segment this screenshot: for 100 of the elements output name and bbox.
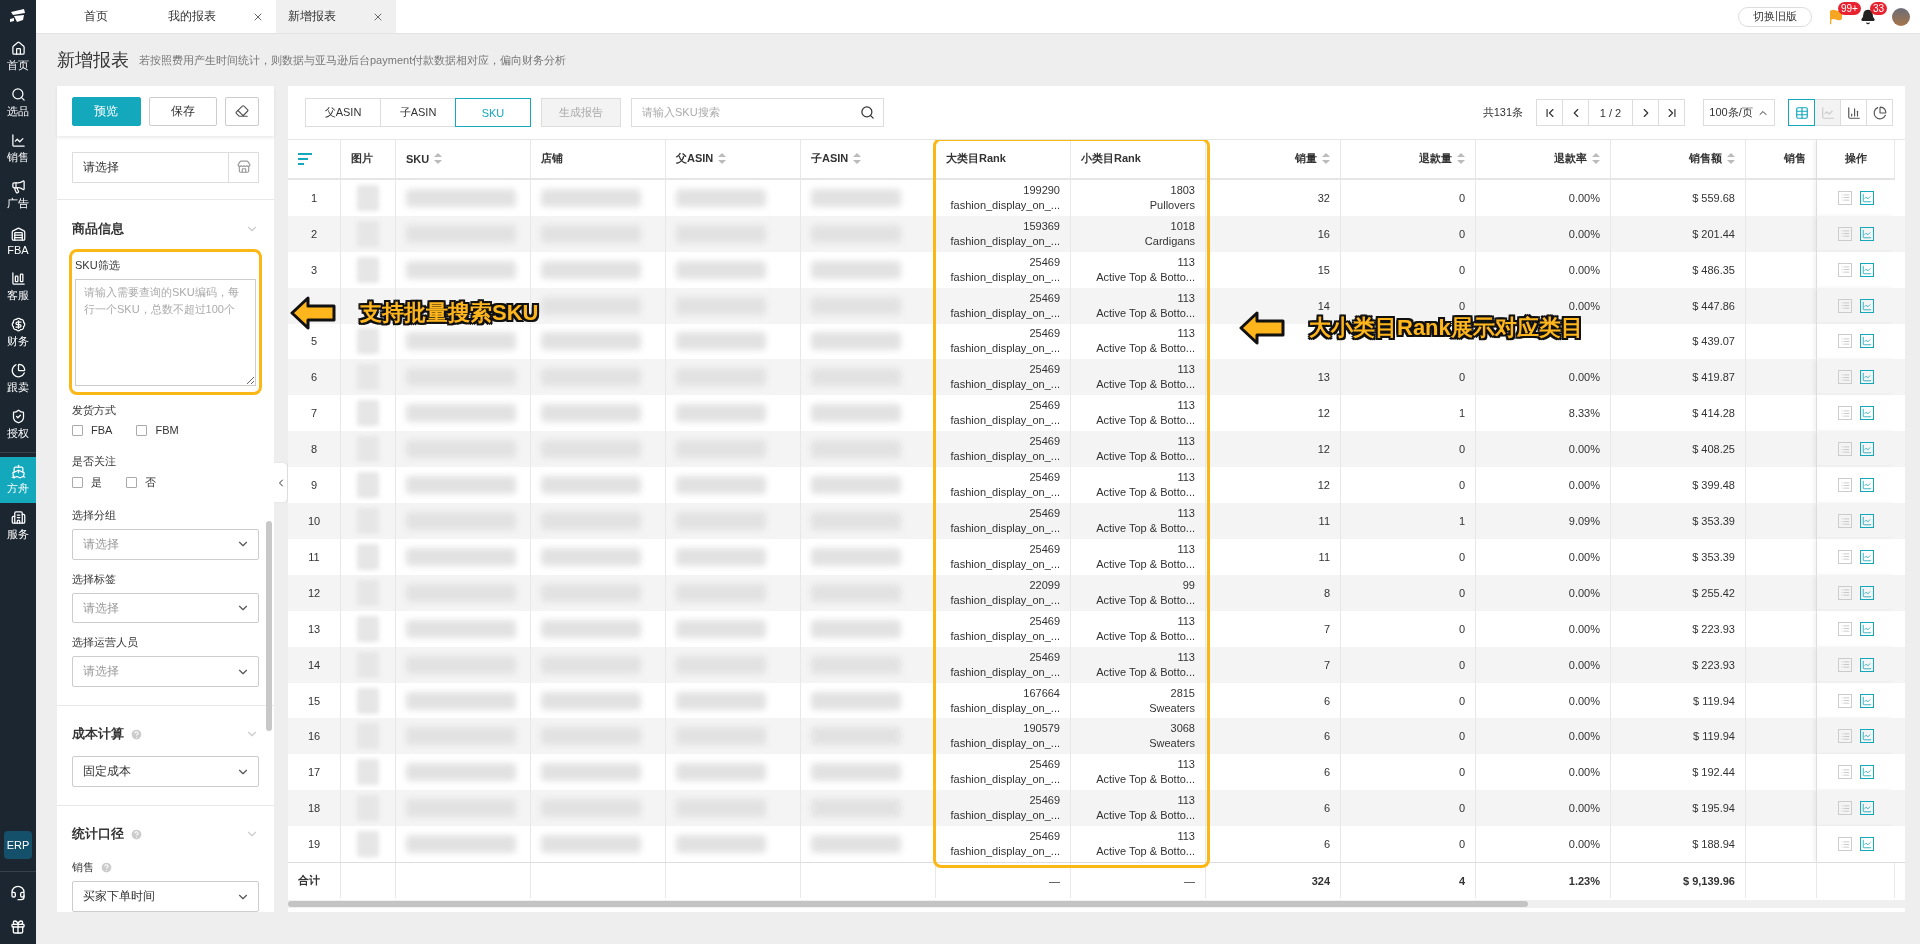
trend-button[interactable] [1860, 693, 1874, 708]
section-title: 成本计算 [72, 725, 143, 744]
trend-button[interactable] [1860, 298, 1874, 313]
checkbox-box[interactable] [72, 424, 83, 436]
last-page-button[interactable] [1658, 99, 1685, 126]
sort-icon[interactable] [1322, 153, 1330, 165]
line-chart-icon [1862, 695, 1872, 706]
page-tab[interactable]: 新增报表 [276, 0, 396, 33]
rank-value: 113 [1177, 757, 1195, 773]
checkbox[interactable]: FBA [72, 424, 113, 437]
detail-button[interactable] [1838, 514, 1852, 528]
line-chart-icon [1862, 803, 1872, 814]
trend-button[interactable] [1860, 226, 1874, 241]
trend-button[interactable] [1860, 621, 1874, 636]
trend-button[interactable] [1860, 478, 1874, 493]
nav-item[interactable]: 跟卖 [0, 356, 36, 402]
sort-icon[interactable] [1457, 153, 1465, 165]
help-icon[interactable] [130, 727, 143, 741]
trend-button[interactable] [1860, 406, 1874, 421]
rank-value: 25469 [1029, 541, 1060, 557]
nav-item[interactable]: 客服 [0, 264, 36, 310]
detail-button[interactable] [1838, 765, 1852, 780]
sort-icon[interactable] [1592, 153, 1600, 165]
detail-button[interactable] [1838, 478, 1852, 493]
table-cell: $ 439.07 [1692, 335, 1735, 348]
nav-item[interactable]: 授权 [0, 402, 36, 448]
trend-button[interactable] [1860, 585, 1874, 600]
sort-icon[interactable] [434, 153, 443, 165]
erp-button[interactable]: ERP [4, 831, 32, 859]
checkbox-box[interactable] [126, 477, 137, 489]
trend-button[interactable] [1860, 657, 1874, 672]
nav-item[interactable]: 服务 [0, 503, 36, 549]
field-label: SKU筛选 [75, 258, 121, 274]
checkbox[interactable]: 否 [126, 475, 156, 491]
nav-item[interactable]: 销售 [0, 126, 36, 172]
detail-button[interactable] [1838, 621, 1852, 636]
nav-item[interactable]: 选品 [0, 80, 36, 126]
trend-button[interactable] [1860, 370, 1874, 385]
nav-item[interactable]: 首页 [0, 34, 36, 80]
nav-item[interactable]: 财务 [0, 310, 36, 356]
page-input-field[interactable]: 1 [1599, 106, 1606, 119]
checkbox-box[interactable] [72, 477, 83, 489]
detail-button[interactable] [1838, 334, 1852, 349]
gift-icon[interactable] [10, 919, 26, 935]
detail-button[interactable] [1838, 693, 1852, 708]
mode-tab[interactable]: 父ASIN [305, 98, 381, 127]
detail-button[interactable] [1838, 262, 1852, 277]
detail-button[interactable] [1838, 406, 1852, 421]
scrollbar[interactable] [266, 521, 272, 731]
detail-button[interactable] [1838, 837, 1852, 852]
detail-button[interactable] [1838, 442, 1852, 457]
eraser-button[interactable] [225, 96, 259, 126]
help-icon[interactable] [130, 827, 143, 841]
checkbox-box[interactable] [136, 424, 148, 436]
headset-icon[interactable] [10, 885, 26, 901]
sort-icon[interactable] [853, 153, 862, 165]
scrollbar[interactable] [288, 901, 1528, 907]
view-toggle-button[interactable] [1788, 99, 1815, 126]
select-field[interactable]: 固定成本 [72, 756, 259, 787]
detail-button[interactable] [1838, 549, 1852, 564]
checkbox[interactable]: 是 [72, 475, 102, 491]
trend-button[interactable] [1860, 549, 1874, 564]
trend-button[interactable] [1860, 729, 1874, 744]
trend-button[interactable] [1860, 765, 1874, 780]
trend-button[interactable] [1860, 442, 1874, 457]
avatar[interactable] [1892, 7, 1910, 26]
detail-button[interactable] [1838, 298, 1852, 313]
save-button[interactable]: 保存 [148, 96, 218, 126]
shield-icon [10, 409, 26, 424]
detail-button[interactable] [1838, 657, 1852, 672]
nav-item[interactable]: FBA [0, 218, 36, 264]
photo-placeholder [357, 256, 379, 283]
help-icon[interactable] [100, 861, 113, 875]
trend-button[interactable] [1860, 514, 1874, 528]
detail-button[interactable] [1838, 190, 1852, 205]
sku-input-field[interactable]: 请输入需要查询的SKU编码，每行一个SKU，总数不超过100个 [75, 279, 256, 387]
trend-button[interactable] [1860, 262, 1874, 277]
trend-button[interactable] [1860, 190, 1874, 205]
switch-version-button[interactable]: 切换旧版 [1738, 6, 1812, 27]
sort-icon[interactable] [1727, 153, 1735, 165]
table-cell: $ 408.25 [1692, 443, 1735, 456]
column-settings-icon[interactable] [298, 152, 312, 165]
page-size-select[interactable]: 100条/页 [1703, 99, 1775, 126]
detail-button[interactable] [1838, 729, 1852, 744]
trend-button[interactable] [1860, 801, 1874, 816]
trend-button[interactable] [1860, 837, 1874, 852]
sort-icon[interactable] [718, 153, 727, 165]
checkbox[interactable]: FBM [136, 424, 179, 437]
detail-button[interactable] [1838, 226, 1852, 241]
home-icon [10, 41, 26, 56]
select-field[interactable]: 买家下单时间 [72, 881, 259, 912]
detail-button[interactable] [1838, 370, 1852, 385]
mode-tab[interactable]: 子ASIN [380, 98, 456, 127]
trend-button[interactable] [1860, 334, 1874, 349]
collapse-handle[interactable] [274, 463, 287, 502]
store-select[interactable]: 请选择 [72, 152, 259, 183]
detail-button[interactable] [1838, 585, 1852, 600]
first-page-button[interactable] [1536, 99, 1563, 126]
nav-item[interactable]: 广告 [0, 172, 36, 218]
detail-button[interactable] [1838, 801, 1852, 816]
